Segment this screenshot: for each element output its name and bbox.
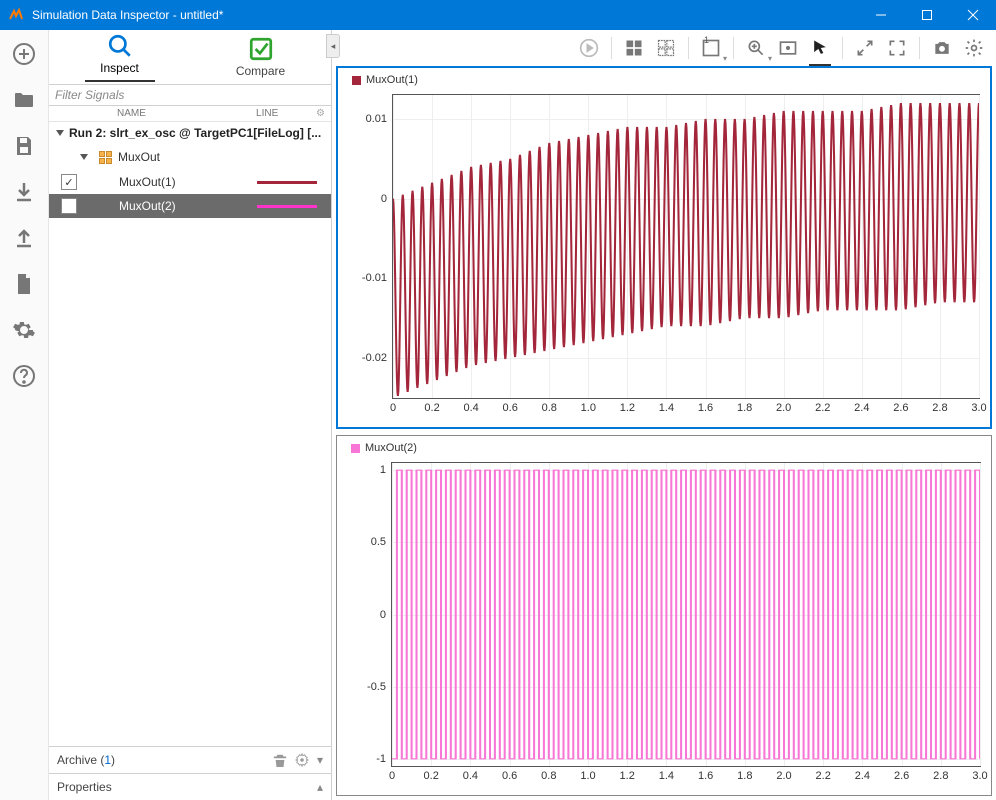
mux-icon xyxy=(99,151,112,164)
chart-1[interactable]: MuxOut(1) -0.02-0.0100.0100.20.40.60.81.… xyxy=(336,66,992,429)
signal-line-swatch-2 xyxy=(257,205,317,208)
column-headers: NAME LINE ⚙ xyxy=(49,106,331,122)
tab-compare-label: Compare xyxy=(236,64,285,78)
trash-icon[interactable] xyxy=(273,753,287,767)
column-options-icon[interactable]: ⚙ xyxy=(316,108,325,119)
save-icon[interactable] xyxy=(10,132,38,160)
chart-1-legend: MuxOut(1) xyxy=(352,74,418,86)
signal-checkbox-1[interactable]: ✓ xyxy=(61,174,77,190)
signal-row-2[interactable]: MuxOut(2) xyxy=(49,194,331,218)
add-icon[interactable] xyxy=(10,40,38,68)
plot-area: 1▾ ▾ MuxOut(1) -0.02-0.0100.0100.20.40.6… xyxy=(332,30,996,800)
run-row[interactable]: Run 2: slrt_ex_osc @ TargetPC1[FileLog] … xyxy=(49,122,331,144)
play-icon[interactable] xyxy=(575,34,603,62)
fit-icon[interactable] xyxy=(774,34,802,62)
import-icon[interactable] xyxy=(10,178,38,206)
chevron-down-icon[interactable]: ▾ xyxy=(317,753,323,767)
window-title: Simulation Data Inspector - untitled* xyxy=(32,8,858,22)
run-label: Run 2: slrt_ex_osc @ TargetPC1[FileLog] … xyxy=(69,126,321,140)
archive-bar[interactable]: Archive (1) ▾ xyxy=(49,746,331,773)
archive-count: 1 xyxy=(104,753,111,767)
tab-compare[interactable]: Compare xyxy=(190,30,331,84)
properties-bar[interactable]: Properties ▴ xyxy=(49,773,331,800)
signal-tree: Run 2: slrt_ex_osc @ TargetPC1[FileLog] … xyxy=(49,122,331,746)
expand-icon[interactable] xyxy=(851,34,879,62)
export-icon[interactable] xyxy=(10,224,38,252)
layout-grid-icon[interactable] xyxy=(620,34,648,62)
search-icon xyxy=(107,33,133,59)
titlebar: Simulation Data Inspector - untitled* xyxy=(0,0,996,30)
tab-inspect-label: Inspect xyxy=(100,61,139,75)
legend-label-2: MuxOut(2) xyxy=(365,442,417,454)
signal-line-swatch-1 xyxy=(257,181,317,184)
chevron-up-icon[interactable]: ▴ xyxy=(317,780,323,794)
signal-checkbox-2[interactable] xyxy=(61,198,77,214)
column-name[interactable]: NAME xyxy=(69,108,256,119)
archive-label: Archive xyxy=(57,753,97,767)
signal-parent-label: MuxOut xyxy=(118,150,160,164)
signal-name-2: MuxOut(2) xyxy=(95,199,257,213)
column-line[interactable]: LINE xyxy=(256,108,316,119)
tab-inspect[interactable]: Inspect xyxy=(49,30,190,84)
chart-2-axes[interactable]: -1-0.500.5100.20.40.60.81.01.21.41.61.82… xyxy=(391,462,981,767)
camera-icon[interactable] xyxy=(928,34,956,62)
folder-icon[interactable] xyxy=(10,86,38,114)
signal-filter-input[interactable]: Filter Signals xyxy=(49,84,331,106)
cursor-icon[interactable] xyxy=(806,34,834,62)
zoom-icon[interactable]: ▾ xyxy=(742,34,770,62)
chart-1-axes[interactable]: -0.02-0.0100.0100.20.40.60.81.01.21.41.6… xyxy=(392,94,980,399)
gear-icon[interactable] xyxy=(960,34,988,62)
document-icon[interactable] xyxy=(10,270,38,298)
help-icon[interactable] xyxy=(10,362,38,390)
checkbox-icon xyxy=(248,36,274,62)
signal-row-1[interactable]: ✓ MuxOut(1) xyxy=(49,170,331,194)
chart-2[interactable]: MuxOut(2) -1-0.500.5100.20.40.60.81.01.2… xyxy=(336,435,992,796)
signal-panel: ◂ Inspect Compare Filter Signals NAME LI… xyxy=(49,30,332,800)
fullscreen-icon[interactable] xyxy=(883,34,911,62)
panel-collapse-handle[interactable]: ◂ xyxy=(326,34,340,58)
window-close-button[interactable] xyxy=(950,0,996,30)
legend-swatch-2 xyxy=(351,444,360,453)
plot-toolbar: 1▾ ▾ xyxy=(332,30,996,66)
window-minimize-button[interactable] xyxy=(858,0,904,30)
properties-label: Properties xyxy=(57,780,112,794)
layout-badge: 1 xyxy=(704,35,709,45)
legend-swatch-1 xyxy=(352,76,361,85)
gear-icon[interactable] xyxy=(295,753,309,767)
window-maximize-button[interactable] xyxy=(904,0,950,30)
settings-icon[interactable] xyxy=(10,316,38,344)
caret-down-icon xyxy=(79,152,89,162)
signal-name-1: MuxOut(1) xyxy=(95,175,257,189)
legend-label-1: MuxOut(1) xyxy=(366,74,418,86)
caret-down-icon xyxy=(55,128,65,138)
layout-single-icon[interactable]: 1▾ xyxy=(697,34,725,62)
layout-grid-dashed-icon[interactable] xyxy=(652,34,680,62)
left-rail xyxy=(0,30,49,800)
chart-2-legend: MuxOut(2) xyxy=(351,442,417,454)
app-logo-icon xyxy=(8,7,24,23)
signal-parent-row[interactable]: MuxOut xyxy=(49,144,331,170)
